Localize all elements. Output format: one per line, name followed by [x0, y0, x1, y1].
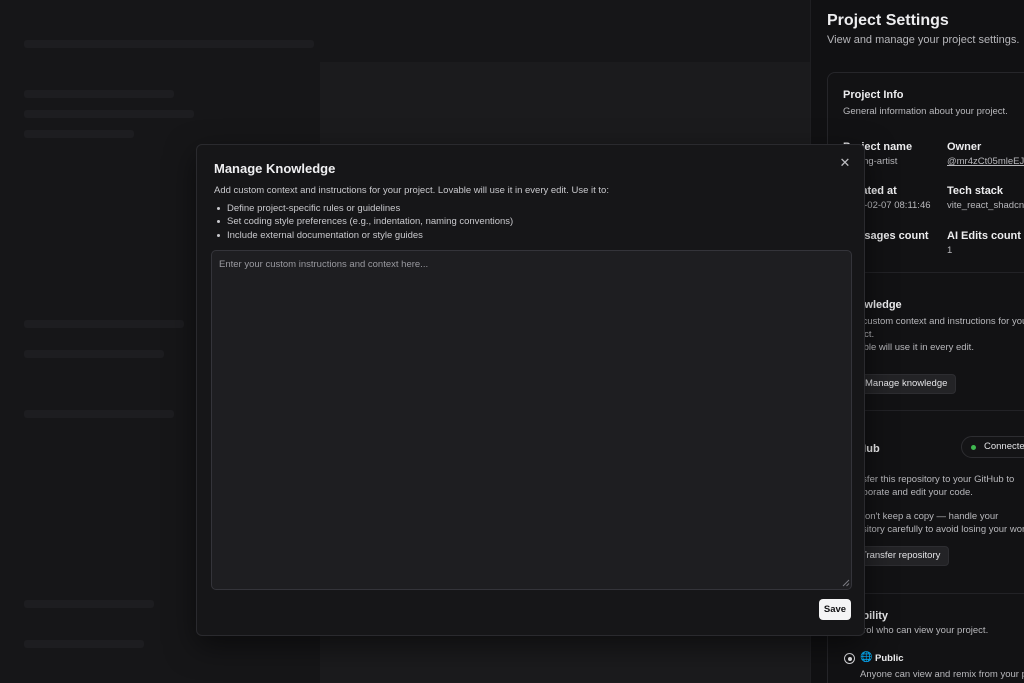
visibility-public-radio[interactable] — [844, 653, 855, 664]
list-item: Include external documentation or style … — [214, 229, 513, 242]
panel-subtitle: View and manage your project settings. — [827, 34, 1020, 46]
background-ghost-line — [24, 350, 164, 358]
background-ghost-line — [24, 90, 174, 98]
transfer-repository-button[interactable]: Transfer repository — [852, 546, 950, 566]
field-value-ai-edits-count: 1 — [947, 245, 953, 256]
field-value-tech-stack: vite_react_shadcn_ts — [947, 200, 1024, 211]
save-button[interactable]: Save — [819, 599, 851, 620]
background-ghost-line — [24, 130, 134, 138]
panel-title: Project Settings — [827, 12, 949, 29]
background-ghost-line — [24, 320, 184, 328]
field-value-owner-link[interactable]: @mr4zCt05mleEJB — [947, 156, 1024, 167]
screen: Project Settings View and manage your pr… — [0, 0, 1024, 683]
background-ghost-line — [24, 40, 314, 48]
knowledge-textarea[interactable] — [211, 250, 852, 590]
visibility-public-desc: Anyone can view and remix from your prof… — [860, 669, 1024, 680]
github-status-label: Connected — [984, 441, 1024, 452]
background-ghost-line — [24, 110, 194, 118]
project-info-title: Project Info — [843, 89, 904, 101]
close-icon[interactable]: ✕ — [836, 155, 854, 173]
list-item: Define project-specific rules or guideli… — [214, 202, 513, 215]
visibility-public-label: Public — [875, 653, 904, 664]
dialog-title: Manage Knowledge — [214, 161, 336, 176]
background-ghost-line — [24, 600, 154, 608]
dialog-description: Add custom context and instructions for … — [214, 185, 609, 196]
manage-knowledge-dialog: Manage Knowledge ✕ Add custom context an… — [196, 144, 865, 636]
github-text: repository carefully to avoid losing you… — [843, 524, 1024, 535]
field-label-tech-stack: Tech stack — [947, 185, 1004, 197]
github-text: We don't keep a copy — handle your — [843, 511, 999, 522]
background-ghost-line — [24, 410, 174, 418]
status-dot-icon — [971, 445, 976, 450]
manage-knowledge-button[interactable]: Manage knowledge — [856, 374, 957, 394]
field-label-ai-edits-count: AI Edits count — [947, 230, 1021, 242]
dialog-bullet-list: Define project-specific rules or guideli… — [214, 202, 513, 242]
resize-handle-icon[interactable] — [842, 579, 850, 587]
github-text: Transfer this repository to your GitHub … — [843, 474, 1015, 485]
github-status-badge[interactable]: Connected — [961, 436, 1024, 458]
field-label-owner: Owner — [947, 141, 982, 153]
globe-icon: 🌐 — [860, 652, 873, 663]
background-ghost-line — [24, 640, 144, 648]
list-item: Set coding style preferences (e.g., inde… — [214, 215, 513, 228]
project-info-subtitle: General information about your project. — [843, 106, 1008, 117]
knowledge-text: Add custom context and instructions for … — [843, 316, 1024, 327]
